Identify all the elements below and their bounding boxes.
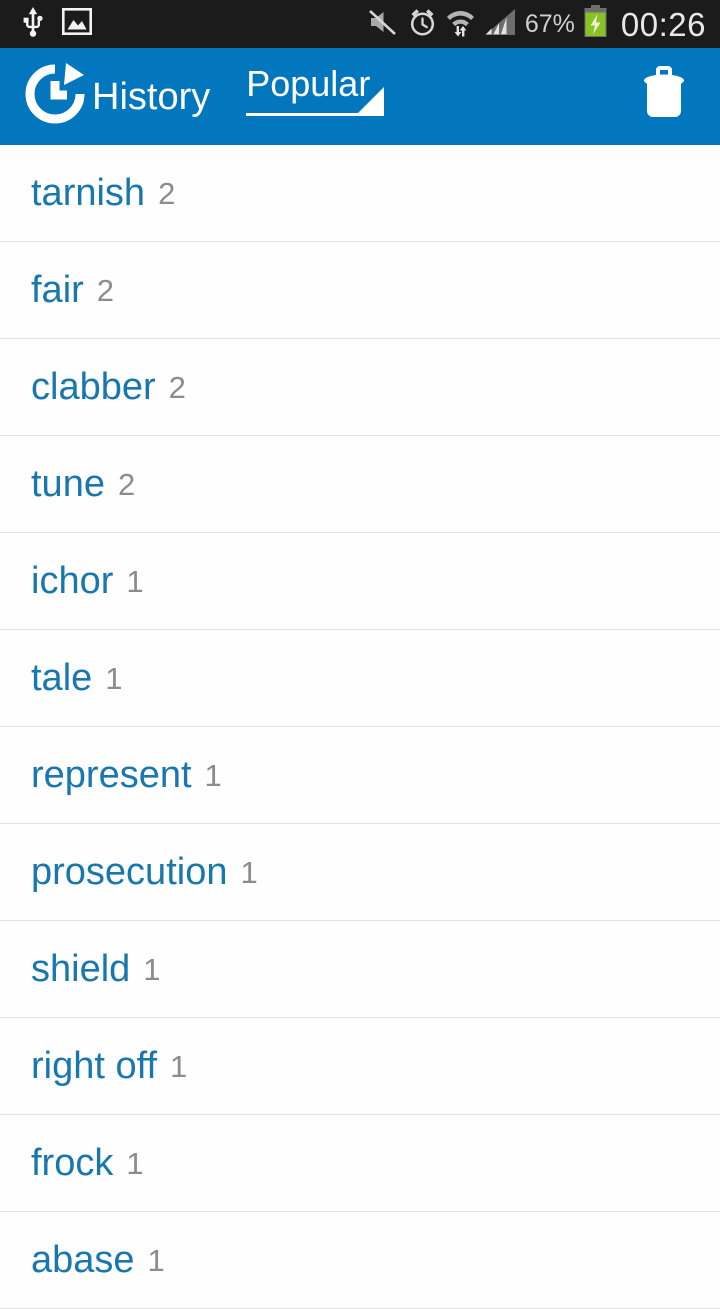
list-item-count: 2 [96, 272, 115, 308]
screenshot-image-icon [61, 7, 92, 40]
battery-percent-label: 67% [524, 9, 575, 38]
list-item[interactable]: tarnish 2 [0, 145, 720, 242]
page-title: History [92, 75, 211, 118]
list-item-count: 1 [204, 757, 222, 793]
history-clock-icon [22, 61, 88, 132]
list-item-count: 2 [168, 369, 186, 405]
usb-icon [22, 6, 44, 42]
status-bar-clock: 00:26 [620, 5, 706, 43]
list-item-word: clabber [31, 366, 156, 408]
battery-charging-icon [583, 5, 608, 43]
trash-can-icon [640, 66, 688, 127]
list-item-word: shield [31, 948, 131, 990]
list-item-count: 1 [240, 854, 258, 890]
volume-muted-icon [368, 8, 399, 41]
popular-spinner-inner: Popular [246, 62, 385, 132]
list-item[interactable]: right off 1 [0, 1018, 720, 1115]
list-item[interactable]: abase 1 [0, 1212, 720, 1309]
spinner-underline [246, 112, 385, 116]
list-item[interactable]: ichor 1 [0, 533, 720, 630]
list-item[interactable]: fair 2 [0, 242, 720, 339]
list-item-word: frock [31, 1142, 114, 1184]
list-item[interactable]: prosecution 1 [0, 824, 720, 921]
list-item[interactable]: tune 2 [0, 436, 720, 533]
list-item-word: tale [31, 657, 93, 699]
list-item-count: 1 [105, 660, 123, 696]
list-item-word: tarnish [31, 172, 146, 214]
list-item[interactable]: tale 1 [0, 630, 720, 727]
wifi-icon [446, 7, 475, 42]
list-item-count: 1 [126, 1145, 144, 1181]
list-item[interactable]: shield 1 [0, 921, 720, 1018]
list-item[interactable]: clabber 2 [0, 339, 720, 436]
list-item-count: 1 [147, 1242, 165, 1278]
status-bar: 67% 00:26 [0, 0, 720, 48]
list-item-word: abase [31, 1239, 135, 1281]
list-item-count: 1 [143, 951, 161, 987]
list-item-word: ichor [31, 560, 114, 602]
list-item-count: 2 [117, 466, 136, 502]
alarm-clock-icon [408, 7, 437, 42]
history-list[interactable]: tarnish 2 fair 2 clabber 2 tune 2 ichor … [0, 145, 720, 1309]
list-item-word: represent [31, 754, 192, 796]
delete-history-button[interactable] [632, 59, 696, 135]
list-item[interactable]: frock 1 [0, 1115, 720, 1212]
list-item-word: prosecution [31, 851, 228, 893]
cellular-signal-icon [484, 8, 516, 41]
status-bar-right-icons: 67% 00:26 [368, 5, 706, 43]
list-item-count: 1 [126, 563, 144, 599]
list-item[interactable]: represent 1 [0, 727, 720, 824]
list-item-count: 1 [170, 1048, 188, 1084]
list-item-count: 2 [158, 175, 176, 211]
list-item-word: right off [31, 1045, 158, 1087]
app-bar: History Popular [0, 48, 720, 145]
popular-spinner[interactable]: Popular [246, 48, 396, 145]
spinner-caret-icon [358, 86, 385, 113]
status-bar-left-icons [22, 6, 92, 42]
list-item-word: tune [31, 463, 105, 505]
list-item-word: fair [31, 269, 84, 311]
